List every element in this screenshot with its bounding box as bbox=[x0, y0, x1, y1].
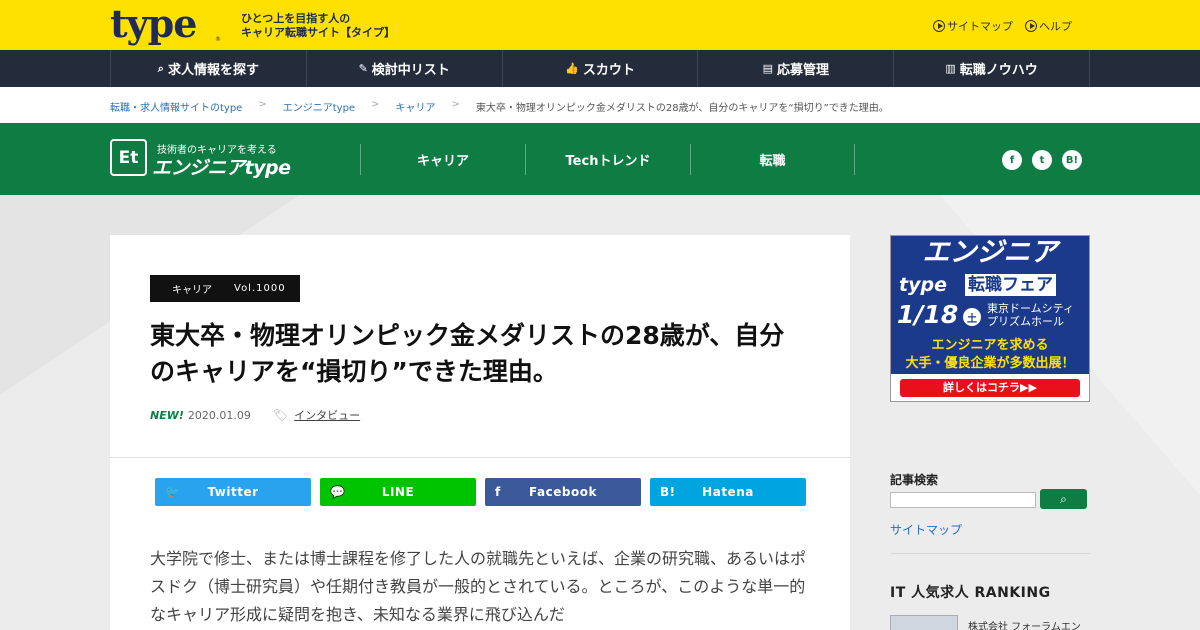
social-links: f t B! bbox=[1002, 150, 1082, 170]
et-logo-text[interactable]: エンジニアtype bbox=[152, 153, 291, 180]
et-nav-job-change[interactable]: 転職 bbox=[690, 144, 855, 175]
list-icon: ▤ bbox=[762, 62, 773, 75]
breadcrumb-separator: > bbox=[451, 99, 460, 110]
facebook-icon: f bbox=[495, 485, 501, 499]
banner-day: 土 bbox=[963, 308, 981, 326]
banner-date: 1/18 bbox=[897, 300, 959, 329]
ranking-company[interactable]: 株式会社 フォーラムエン bbox=[968, 618, 1081, 630]
breadcrumb-bar: 転職・求人情報サイトのtype > エンジニアtype > キャリア > 東大卒… bbox=[0, 87, 1200, 123]
main-nav: ⌕ 求人情報を探す ✎ 検討中リスト 👍 スカウト ▤ 応募管理 ▥ 転職ノウハ… bbox=[0, 50, 1200, 87]
et-nav: キャリア Techトレンド 転職 bbox=[360, 144, 855, 175]
banner-title: エンジニア bbox=[891, 236, 1089, 268]
twitter-icon[interactable]: t bbox=[1032, 150, 1052, 170]
share-label: Facebook bbox=[529, 485, 597, 499]
venue-line: プリズムホール bbox=[987, 315, 1064, 328]
et-nav-career[interactable]: キャリア bbox=[360, 144, 525, 175]
banner-copy: 大手・優良企業が多数出展！ bbox=[905, 356, 1075, 371]
hatena-icon[interactable]: B! bbox=[1062, 150, 1082, 170]
category-label: キャリア bbox=[172, 285, 212, 296]
thumbs-up-icon: 👍 bbox=[565, 62, 579, 75]
facebook-icon[interactable]: f bbox=[1002, 150, 1022, 170]
book-icon: ▥ bbox=[945, 62, 956, 75]
article-meta: NEW! 2020.01.09 🏷 インタビュー bbox=[150, 407, 360, 423]
share-hatena-button[interactable]: B! Hatena bbox=[650, 478, 806, 506]
share-twitter-button[interactable]: 🐦 Twitter bbox=[155, 478, 311, 506]
hatena-icon: B! bbox=[660, 485, 676, 499]
banner-fair: 転職フェア bbox=[965, 274, 1056, 296]
banner-cta-area: 詳しくはコチラ▶▶ bbox=[891, 374, 1089, 401]
banner-venue: 東京ドームシティ プリズムホール bbox=[987, 302, 1074, 328]
help-link[interactable]: ヘルプ bbox=[1025, 18, 1072, 34]
tag-link[interactable]: インタビュー bbox=[294, 407, 360, 423]
pencil-icon: ✎ bbox=[358, 62, 368, 75]
type-logo[interactable]: type bbox=[110, 4, 197, 44]
breadcrumb-separator: > bbox=[371, 99, 380, 110]
new-badge: NEW! bbox=[150, 408, 184, 422]
share-line-button[interactable]: 💬 LINE bbox=[320, 478, 476, 506]
nav-label: スカウト bbox=[582, 63, 635, 78]
venue-line: 東京ドームシティ bbox=[987, 302, 1075, 315]
registered-mark: ® bbox=[215, 36, 221, 43]
nav-search-jobs[interactable]: ⌕ 求人情報を探す bbox=[111, 50, 307, 87]
nav-scout[interactable]: 👍 スカウト bbox=[503, 50, 699, 87]
site-tagline: ひとつ上を目指す人の キャリア転職サイト【タイプ】 bbox=[241, 12, 395, 40]
play-circle-icon bbox=[933, 20, 945, 32]
nav-label: 検討中リスト bbox=[371, 63, 450, 78]
line-icon: 💬 bbox=[330, 485, 346, 499]
breadcrumb-separator: > bbox=[258, 99, 267, 110]
article-card: キャリア Vol.1000 東大卒・物理オリンピック金メダリストの28歳が、自分… bbox=[110, 235, 850, 630]
share-buttons: 🐦 Twitter 💬 LINE f Facebook B! Hatena bbox=[155, 478, 806, 506]
sidebar-sitemap-link[interactable]: サイトマップ bbox=[890, 521, 962, 538]
tagline-line1: ひとつ上を目指す人の bbox=[241, 12, 351, 25]
job-fair-banner[interactable]: エンジニア type 転職フェア 1/18 土 東京ドームシティ プリズムホール… bbox=[890, 235, 1090, 402]
header-links: サイトマップ ヘルプ bbox=[933, 18, 1072, 34]
ranking-thumbnail[interactable] bbox=[890, 615, 958, 630]
banner-cta-button[interactable]: 詳しくはコチラ▶▶ bbox=[900, 379, 1080, 397]
banner-copy: エンジニアを求める bbox=[931, 338, 1049, 353]
category-badge[interactable]: キャリア Vol.1000 bbox=[150, 275, 300, 302]
play-circle-icon bbox=[1025, 20, 1037, 32]
search-button[interactable]: ⌕ bbox=[1040, 489, 1087, 509]
nav-saved-list[interactable]: ✎ 検討中リスト bbox=[307, 50, 503, 87]
nav-applications[interactable]: ▤ 応募管理 bbox=[698, 50, 895, 87]
article-body: 大学院で修士、または博士課程を修了した人の就職先といえば、企業の研究職、あるいは… bbox=[150, 549, 807, 624]
nav-label: 転職ノウハウ bbox=[959, 63, 1038, 78]
search-icon: ⌕ bbox=[1060, 491, 1067, 506]
breadcrumb-current: 東大卒・物理オリンピック金メダリストの28歳が、自分のキャリアを“損切り”できた… bbox=[475, 103, 889, 114]
et-logo-icon[interactable]: Et bbox=[110, 139, 147, 176]
breadcrumb-link[interactable]: キャリア bbox=[395, 99, 435, 114]
search-input[interactable] bbox=[890, 492, 1036, 508]
et-nav-tech-trend[interactable]: Techトレンド bbox=[525, 144, 690, 175]
tag-icon: 🏷 bbox=[272, 408, 289, 422]
divider bbox=[110, 457, 850, 458]
sitemap-link[interactable]: サイトマップ bbox=[933, 18, 1013, 34]
divider bbox=[890, 553, 1090, 554]
banner-type: type bbox=[899, 274, 947, 296]
volume-label: Vol.1000 bbox=[234, 283, 286, 294]
help-link-label: ヘルプ bbox=[1039, 20, 1072, 33]
article-title: 東大卒・物理オリンピック金メダリストの28歳が、自分のキャリアを“損切り”できた… bbox=[150, 321, 785, 386]
breadcrumb-link[interactable]: エンジニアtype bbox=[283, 99, 355, 114]
publish-date: 2020.01.09 bbox=[187, 408, 251, 422]
ranking-heading: IT 人気求人 RANKING bbox=[890, 585, 1051, 601]
nav-label: 応募管理 bbox=[776, 63, 829, 78]
sitemap-link-label: サイトマップ bbox=[947, 20, 1013, 33]
twitter-icon: 🐦 bbox=[165, 485, 181, 499]
nav-knowhow[interactable]: ▥ 転職ノウハウ bbox=[894, 50, 1090, 87]
breadcrumb: 転職・求人情報サイトのtype > エンジニアtype > キャリア > 東大卒… bbox=[110, 99, 889, 114]
search-icon: ⌕ bbox=[157, 61, 164, 75]
nav-label: 求人情報を探す bbox=[167, 63, 259, 78]
search-heading: 記事検索 bbox=[890, 473, 939, 487]
tagline-line2: キャリア転職サイト【タイプ】 bbox=[241, 26, 395, 39]
share-facebook-button[interactable]: f Facebook bbox=[485, 478, 641, 506]
site-header: type ® ひとつ上を目指す人の キャリア転職サイト【タイプ】 サイトマップ … bbox=[0, 0, 1200, 50]
breadcrumb-link[interactable]: 転職・求人情報サイトのtype bbox=[110, 99, 242, 114]
